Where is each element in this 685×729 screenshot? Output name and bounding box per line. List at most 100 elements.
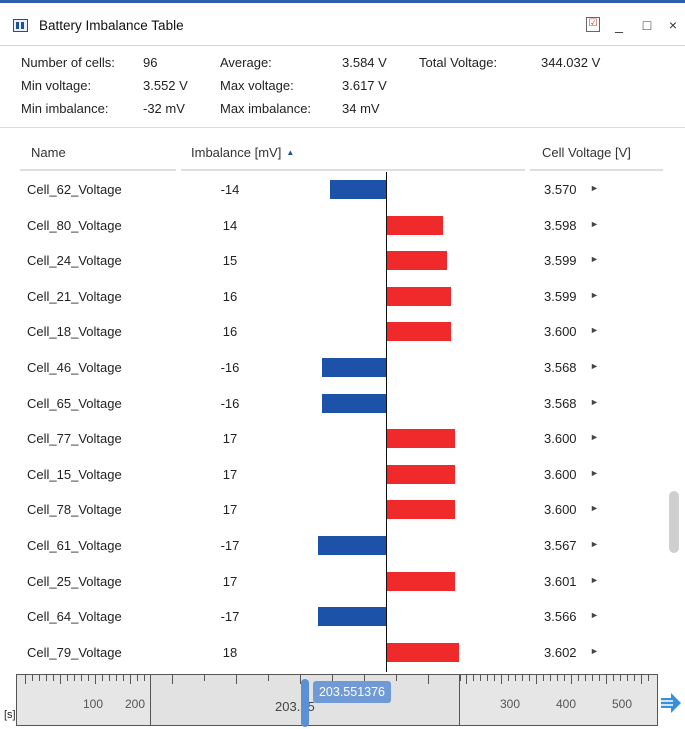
header-divider bbox=[530, 169, 663, 171]
cell-voltage: 3.567 bbox=[544, 538, 577, 553]
title-bar: Battery Imbalance Table ☑ _ □ × bbox=[0, 0, 685, 46]
ruler-tick bbox=[522, 675, 523, 681]
expand-arrow-icon[interactable]: ► bbox=[590, 646, 599, 656]
cell-name: Cell_21_Voltage bbox=[27, 288, 122, 304]
column-header-voltage[interactable]: Cell Voltage [V] bbox=[542, 145, 631, 160]
table-row[interactable]: Cell_61_Voltage -17 3.567 ► bbox=[0, 528, 665, 564]
ruler-tick bbox=[268, 675, 269, 681]
expand-arrow-icon[interactable]: ► bbox=[590, 432, 599, 442]
imbalance-bar-positive bbox=[387, 642, 459, 662]
ruler-tick bbox=[508, 675, 509, 681]
sort-ascending-icon: ▲ bbox=[286, 148, 295, 157]
minimize-button[interactable]: _ bbox=[608, 14, 630, 36]
ruler-tick bbox=[585, 675, 586, 681]
ruler-tick bbox=[137, 675, 138, 681]
maximize-button[interactable]: □ bbox=[636, 14, 658, 36]
time-tick-label: 300 bbox=[500, 697, 521, 711]
vertical-scrollbar-thumb[interactable] bbox=[669, 491, 679, 553]
table-row[interactable]: Cell_21_Voltage 16 3.599 ► bbox=[0, 279, 665, 315]
cell-name: Cell_62_Voltage bbox=[27, 182, 122, 197]
expand-arrow-icon[interactable]: ► bbox=[590, 610, 599, 620]
expand-arrow-icon[interactable]: ► bbox=[590, 397, 599, 407]
table-row[interactable]: Cell_15_Voltage 17 3.600 ► bbox=[0, 457, 665, 493]
table-row[interactable]: Cell_64_Voltage -17 3.566 ► bbox=[0, 599, 665, 635]
expand-arrow-icon[interactable]: ► bbox=[590, 539, 599, 549]
ruler-tick bbox=[39, 675, 40, 681]
ruler-tick bbox=[428, 675, 429, 684]
forward-arrow-icon[interactable] bbox=[660, 692, 682, 714]
cell-voltage: 3.599 bbox=[544, 253, 577, 269]
total-voltage-label: Total Voltage: bbox=[419, 55, 498, 70]
ruler-tick bbox=[620, 675, 621, 681]
table-row[interactable]: Cell_46_Voltage -16 3.568 ► bbox=[0, 350, 665, 386]
time-ruler: [s] 100 200 300 400 500 203.55 203.55137… bbox=[0, 672, 685, 729]
cell-name: Cell_25_Voltage bbox=[27, 573, 122, 589]
imbalance-bar-positive bbox=[387, 322, 451, 342]
table-row[interactable]: Cell_25_Voltage 17 3.601 ► bbox=[0, 564, 665, 600]
expand-arrow-icon[interactable]: ► bbox=[590, 254, 599, 264]
average-value: 3.584 V bbox=[342, 55, 387, 70]
cell-name: Cell_24_Voltage bbox=[27, 253, 122, 269]
expand-arrow-icon[interactable]: ► bbox=[590, 468, 599, 478]
ruler-tick bbox=[501, 675, 502, 684]
column-header-name[interactable]: Name bbox=[31, 145, 66, 160]
summary-panel: Number of cells: 96 Average: 3.584 V Tot… bbox=[0, 46, 685, 128]
cell-name: Cell_18_Voltage bbox=[27, 324, 122, 340]
expand-arrow-icon[interactable]: ► bbox=[590, 219, 599, 229]
checklist-icon[interactable]: ☑ bbox=[586, 17, 600, 32]
ruler-tick bbox=[67, 675, 68, 681]
ruler-tick bbox=[204, 675, 205, 681]
ruler-tick bbox=[641, 675, 642, 684]
ruler-tick bbox=[613, 675, 614, 681]
ruler-tick bbox=[109, 675, 110, 681]
cell-name: Cell_64_Voltage bbox=[27, 609, 122, 625]
max-imbalance-value: 34 mV bbox=[342, 101, 380, 116]
expand-arrow-icon[interactable]: ► bbox=[590, 290, 599, 300]
expand-arrow-icon[interactable]: ► bbox=[590, 325, 599, 335]
time-ruler-left-overview[interactable]: 100 200 bbox=[17, 675, 151, 725]
table-row[interactable]: Cell_78_Voltage 17 3.600 ► bbox=[0, 492, 665, 528]
time-cursor-handle[interactable] bbox=[301, 679, 309, 727]
cell-voltage: 3.568 bbox=[544, 395, 577, 411]
table-header: Name Imbalance [mV] ▲ Cell Voltage [V] bbox=[0, 128, 670, 172]
header-divider bbox=[181, 169, 525, 171]
ruler-tick bbox=[74, 675, 75, 681]
max-voltage-value: 3.617 V bbox=[342, 78, 387, 93]
cell-imbalance: 16 bbox=[222, 288, 238, 304]
table-row[interactable]: Cell_77_Voltage 17 3.600 ► bbox=[0, 421, 665, 457]
ruler-tick bbox=[25, 675, 26, 684]
ruler-tick bbox=[81, 675, 82, 681]
cell-name: Cell_61_Voltage bbox=[27, 538, 122, 553]
ruler-tick bbox=[116, 675, 117, 681]
table-row[interactable]: Cell_79_Voltage 18 3.602 ► bbox=[0, 635, 665, 671]
table-row[interactable]: Cell_18_Voltage 16 3.600 ► bbox=[0, 314, 665, 350]
expand-arrow-icon[interactable]: ► bbox=[590, 503, 599, 513]
min-voltage-label: Min voltage: bbox=[21, 78, 92, 93]
cell-voltage: 3.602 bbox=[544, 644, 577, 660]
imbalance-bar-positive bbox=[387, 464, 455, 484]
ruler-tick bbox=[627, 675, 628, 681]
table-row[interactable]: Cell_24_Voltage 15 3.599 ► bbox=[0, 243, 665, 279]
imbalance-bar-positive bbox=[387, 571, 455, 591]
imbalance-bar-negative bbox=[318, 607, 386, 627]
table-body[interactable]: Cell_62_Voltage -14 3.570 ► Cell_80_Voltage 1… bbox=[0, 172, 665, 672]
time-ruler-right-overview[interactable]: 300 400 500 bbox=[459, 675, 657, 725]
close-button[interactable]: × bbox=[662, 14, 684, 36]
table-row[interactable]: Cell_65_Voltage -16 3.568 ► bbox=[0, 386, 665, 422]
header-divider bbox=[20, 169, 176, 171]
expand-arrow-icon[interactable]: ► bbox=[590, 575, 599, 585]
column-header-voltage-label: Cell Voltage [V] bbox=[542, 145, 631, 160]
ruler-tick bbox=[634, 675, 635, 681]
ruler-tick bbox=[480, 675, 481, 681]
expand-arrow-icon[interactable]: ► bbox=[590, 361, 599, 371]
imbalance-bar-positive bbox=[387, 251, 447, 271]
expand-arrow-icon[interactable]: ► bbox=[590, 183, 599, 193]
table-row[interactable]: Cell_62_Voltage -14 3.570 ► bbox=[0, 172, 665, 208]
ruler-tick bbox=[144, 675, 145, 681]
time-ruler-track[interactable]: 100 200 300 400 500 203.55 203.551376 bbox=[16, 674, 658, 727]
imbalance-bar-negative bbox=[322, 393, 386, 413]
cell-voltage: 3.570 bbox=[544, 182, 577, 197]
column-header-imbalance[interactable]: Imbalance [mV] ▲ bbox=[191, 145, 294, 160]
ruler-tick bbox=[46, 675, 47, 681]
table-row[interactable]: Cell_80_Voltage 14 3.598 ► bbox=[0, 208, 665, 244]
